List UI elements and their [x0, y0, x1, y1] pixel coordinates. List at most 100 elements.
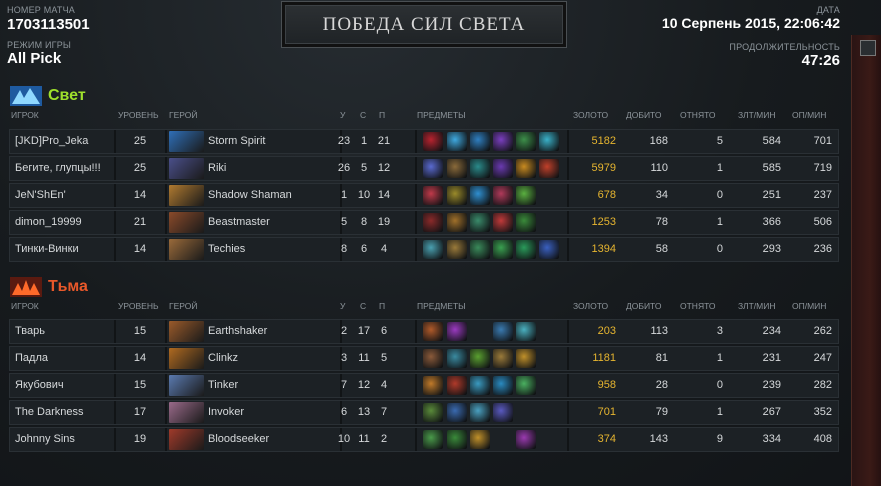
item-icon[interactable] [423, 376, 443, 395]
gold: 958 [597, 379, 616, 391]
item-icon[interactable] [470, 240, 490, 259]
player-name[interactable]: Падла [15, 347, 113, 370]
item-icon[interactable] [539, 240, 559, 259]
item-icon[interactable] [493, 159, 513, 178]
player-name[interactable]: Тварь [15, 320, 113, 343]
col-kills: У [340, 110, 346, 120]
item-icon[interactable] [493, 213, 513, 232]
item-icon[interactable] [423, 430, 443, 449]
col-level: УРОВЕНЬ [118, 110, 159, 120]
item-icon[interactable] [423, 132, 443, 151]
player-row[interactable]: The Darkness 17 Invoker 6 13 7 701 79 1 267 352 [9, 400, 839, 425]
gold: 1394 [591, 243, 616, 255]
column-divider [415, 184, 417, 207]
item-icon[interactable] [447, 159, 467, 178]
player-row[interactable]: Падла 14 Clinkz 3 11 5 1181 81 1 231 247 [9, 346, 839, 371]
deaths: 11 [358, 433, 370, 445]
item-icon[interactable] [423, 240, 443, 259]
player-name[interactable]: JeN'ShEn' [15, 184, 113, 207]
hero-portrait[interactable] [169, 212, 204, 233]
hero-portrait[interactable] [169, 131, 204, 152]
hero-portrait[interactable] [169, 375, 204, 396]
item-icon[interactable] [516, 240, 536, 259]
item-icon[interactable] [493, 376, 513, 395]
item-icon[interactable] [447, 213, 467, 232]
column-divider [567, 238, 569, 261]
item-icon[interactable] [470, 213, 490, 232]
item-icon[interactable] [539, 159, 559, 178]
column-divider [165, 184, 167, 207]
player-row[interactable]: dimon_19999 21 Beastmaster 5 8 19 1253 78 1 366 50… [9, 210, 839, 235]
item-icon[interactable] [447, 186, 467, 205]
item-icon[interactable] [470, 159, 490, 178]
item-icon[interactable] [493, 403, 513, 422]
player-row[interactable]: [JKD]Pro_Jeka 25 Storm Spirit 23 1 21 5182 168 5… [9, 129, 839, 154]
item-icon[interactable] [423, 213, 443, 232]
panel-toggle-button[interactable] [860, 40, 876, 56]
item-icon[interactable] [423, 349, 443, 368]
item-icon[interactable] [423, 322, 443, 341]
player-row[interactable]: Тинки-Винки 14 Techies 8 6 4 1394 58 0 293 236 [9, 237, 839, 262]
item-icon[interactable] [470, 403, 490, 422]
hero-portrait[interactable] [169, 348, 204, 369]
hero-name: Clinkz [208, 352, 238, 364]
column-divider [415, 211, 417, 234]
item-icon[interactable] [516, 186, 536, 205]
item-icon[interactable] [470, 376, 490, 395]
hero-portrait[interactable] [169, 185, 204, 206]
hero-portrait[interactable] [169, 429, 204, 450]
item-icon[interactable] [423, 186, 443, 205]
column-divider [415, 374, 417, 397]
item-icon[interactable] [493, 132, 513, 151]
player-row[interactable]: Тварь 15 Earthshaker 2 17 6 203 113 3 234 262 [9, 319, 839, 344]
column-divider [415, 130, 417, 153]
col-items: ПРЕДМЕТЫ [417, 301, 466, 311]
player-name[interactable]: Johnny Sins [15, 428, 113, 451]
item-icon[interactable] [493, 322, 513, 341]
player-row[interactable]: JeN'ShEn' 14 Shadow Shaman 1 10 14 678 34 0 251 23… [9, 183, 839, 208]
item-icon[interactable] [493, 349, 513, 368]
item-icon[interactable] [447, 322, 467, 341]
hero-portrait[interactable] [169, 239, 204, 260]
player-name[interactable]: The Darkness [15, 401, 113, 424]
player-row[interactable]: Якубович 15 Tinker 7 12 4 958 28 0 239 282 [9, 373, 839, 398]
hero-portrait[interactable] [169, 402, 204, 423]
dire-column-headers: ИГРОК УРОВЕНЬ ГЕРОЙ У С П ПРЕДМЕТЫ ЗОЛОТ… [0, 301, 851, 313]
hero-name: Beastmaster [208, 216, 270, 228]
item-icon[interactable] [447, 349, 467, 368]
player-name[interactable]: [JKD]Pro_Jeka [15, 130, 113, 153]
item-icon[interactable] [516, 132, 536, 151]
item-icon[interactable] [447, 376, 467, 395]
item-icon[interactable] [470, 132, 490, 151]
item-icon[interactable] [470, 349, 490, 368]
item-icon[interactable] [539, 132, 559, 151]
item-icon[interactable] [423, 159, 443, 178]
hero-portrait[interactable] [169, 321, 204, 342]
item-icon[interactable] [516, 322, 536, 341]
player-name[interactable]: Якубович [15, 374, 113, 397]
player-name[interactable]: dimon_19999 [15, 211, 113, 234]
item-icon[interactable] [423, 403, 443, 422]
player-name[interactable]: Тинки-Винки [15, 238, 113, 261]
item-icon[interactable] [516, 159, 536, 178]
item-icon[interactable] [516, 349, 536, 368]
item-icon[interactable] [516, 430, 536, 449]
col-gold: ЗОЛОТО [573, 110, 609, 120]
item-icon[interactable] [470, 430, 490, 449]
item-icon[interactable] [447, 240, 467, 259]
item-icon[interactable] [447, 403, 467, 422]
gpm: 239 [762, 379, 781, 391]
item-icon[interactable] [470, 186, 490, 205]
item-icon[interactable] [493, 186, 513, 205]
item-icon[interactable] [447, 430, 467, 449]
col-denies: ОТНЯТО [680, 301, 716, 311]
player-row[interactable]: Бегите, глупцы!!! 25 Riki 26 5 12 5979 110 1 585 7… [9, 156, 839, 181]
item-icon[interactable] [447, 132, 467, 151]
player-name[interactable]: Бегите, глупцы!!! [15, 157, 113, 180]
item-icon[interactable] [516, 376, 536, 395]
column-divider [567, 130, 569, 153]
item-icon[interactable] [493, 240, 513, 259]
hero-portrait[interactable] [169, 158, 204, 179]
player-row[interactable]: Johnny Sins 19 Bloodseeker 10 11 2 374 143 9 334 4… [9, 427, 839, 452]
item-icon[interactable] [516, 213, 536, 232]
